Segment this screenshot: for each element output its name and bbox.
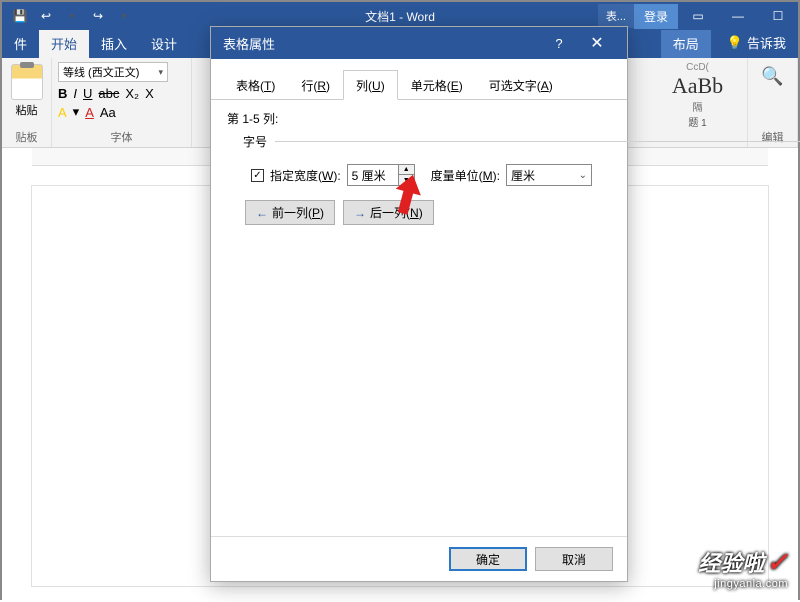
width-input[interactable] (348, 165, 398, 185)
dialog-close-button[interactable]: ✕ (579, 27, 615, 59)
width-down-button[interactable]: ▼ (399, 175, 414, 185)
ok-button[interactable]: 确定 (449, 547, 527, 571)
superscript-button[interactable]: X (145, 86, 154, 101)
document-title: 文档1 - Word (365, 8, 435, 25)
qat-custom-icon[interactable]: ▾ (114, 6, 134, 26)
tab-table[interactable]: 表格(T) (223, 70, 288, 100)
checkmark-icon: ✓ (766, 547, 788, 578)
watermark: 经验啦 ✓ jingyanla.com (698, 546, 788, 590)
redo-icon[interactable]: ↪ (88, 6, 108, 26)
save-icon[interactable]: 💾 (10, 6, 30, 26)
next-column-button[interactable]: → 后一列(N) (343, 200, 434, 225)
undo-dropdown-icon[interactable]: ▾ (62, 6, 82, 26)
underline-button[interactable]: U (83, 86, 92, 101)
watermark-url: jingyanla.com (698, 578, 788, 590)
window-controls: ▭ — ☐ (678, 2, 798, 30)
chevron-down-icon: ▾ (158, 67, 163, 78)
login-button[interactable]: 登录 (634, 4, 678, 29)
tab-design[interactable]: 设计 (139, 28, 189, 58)
strike-button[interactable]: abc (98, 86, 119, 101)
undo-icon[interactable]: ↩ (36, 6, 56, 26)
arrow-right-icon: → (354, 206, 366, 220)
column-range-label: 第 1-5 列: (227, 110, 611, 127)
table-properties-dialog: 表格属性 ? ✕ 表格(T) 行(R) 列(U) 单元格(E) 可选文字(A) … (210, 26, 628, 582)
style-preview-small: CcD( (686, 62, 709, 73)
font-group: 等线 (西文正文) ▾ B I U abc X₂ X A ▾ A Aa 字体 (52, 58, 192, 147)
size-fieldset-label: 字号 (243, 133, 611, 150)
tell-me-button[interactable]: 💡 告诉我 (715, 27, 798, 58)
tab-layout[interactable]: 布局 (661, 28, 711, 58)
dialog-tabs: 表格(T) 行(R) 列(U) 单元格(E) 可选文字(A) (211, 59, 627, 100)
column-nav-buttons: ← 前一列(P) → 后一列(N) (245, 200, 611, 225)
table-tools-button[interactable]: 表... (598, 4, 634, 28)
styles-group: CcD( AaBb 隔 题 1 (648, 58, 748, 147)
style-gap-label: 隔 (693, 99, 703, 114)
unit-select[interactable]: 厘米 ⌄ (506, 164, 592, 186)
dialog-footer: 确定 取消 (211, 536, 627, 581)
cancel-button[interactable]: 取消 (535, 547, 613, 571)
font-color-button[interactable]: A (85, 105, 94, 120)
highlight-button[interactable]: A (58, 105, 67, 120)
tab-cell[interactable]: 单元格(E) (398, 70, 476, 100)
dialog-titlebar[interactable]: 表格属性 ? ✕ (211, 27, 627, 59)
italic-button[interactable]: I (73, 86, 77, 101)
unit-value: 厘米 (511, 167, 535, 184)
lightbulb-icon: 💡 (727, 35, 743, 51)
tell-me-label: 告诉我 (747, 33, 786, 52)
font-name-combo[interactable]: 等线 (西文正文) ▾ (58, 62, 168, 82)
maximize-icon[interactable]: ☐ (758, 2, 798, 30)
width-spinner[interactable]: ▲ ▼ (347, 164, 415, 186)
width-row: ✓ 指定宽度(W): ▲ ▼ 度量单位(M): 厘米 ⌄ (251, 164, 611, 186)
clipboard-group-label: 贴板 (16, 129, 38, 145)
editing-group-label: 编辑 (762, 129, 784, 145)
paste-icon[interactable] (11, 64, 43, 100)
width-checkbox[interactable]: ✓ (251, 169, 264, 182)
find-icon[interactable]: 🔍 (761, 66, 783, 87)
clipboard-group: 粘贴 贴板 (2, 58, 52, 147)
tab-row[interactable]: 行(R) (288, 70, 343, 100)
dialog-title: 表格属性 (223, 34, 275, 53)
unit-label: 度量单位(M): (431, 167, 500, 184)
prev-column-button[interactable]: ← 前一列(P) (245, 200, 335, 225)
width-label: 指定宽度(W): (270, 167, 341, 184)
change-case-button[interactable]: Aa (100, 105, 116, 120)
font-group-label: 字体 (111, 129, 133, 145)
minimize-icon[interactable]: — (718, 2, 758, 30)
bold-button[interactable]: B (58, 86, 67, 101)
chevron-down-icon: ⌄ (579, 170, 587, 181)
subscript-button[interactable]: X₂ (125, 86, 139, 101)
tab-home[interactable]: 开始 (39, 28, 89, 58)
ribbon-options-icon[interactable]: ▭ (678, 2, 718, 30)
arrow-left-icon: ← (256, 206, 268, 220)
dialog-help-button[interactable]: ? (541, 27, 577, 59)
paste-label[interactable]: 粘贴 (16, 102, 38, 118)
editing-group: 🔍 编辑 (748, 58, 798, 147)
dialog-body: 第 1-5 列: 字号 ✓ 指定宽度(W): ▲ ▼ 度量单位(M): 厘米 ⌄ (211, 100, 627, 536)
style-name-label: 题 1 (688, 114, 706, 129)
tab-insert[interactable]: 插入 (89, 28, 139, 58)
tab-file[interactable]: 件 (2, 28, 39, 58)
width-up-button[interactable]: ▲ (399, 165, 414, 175)
watermark-text: 经验啦 (698, 546, 764, 578)
tab-column[interactable]: 列(U) (343, 70, 398, 100)
tab-alttext[interactable]: 可选文字(A) (476, 70, 566, 100)
font-name-value: 等线 (西文正文) (63, 64, 139, 80)
style-preview[interactable]: AaBb (672, 73, 723, 99)
quick-access-toolbar: 💾 ↩ ▾ ↪ ▾ (2, 6, 134, 26)
shading-button[interactable]: ▾ (73, 104, 80, 120)
